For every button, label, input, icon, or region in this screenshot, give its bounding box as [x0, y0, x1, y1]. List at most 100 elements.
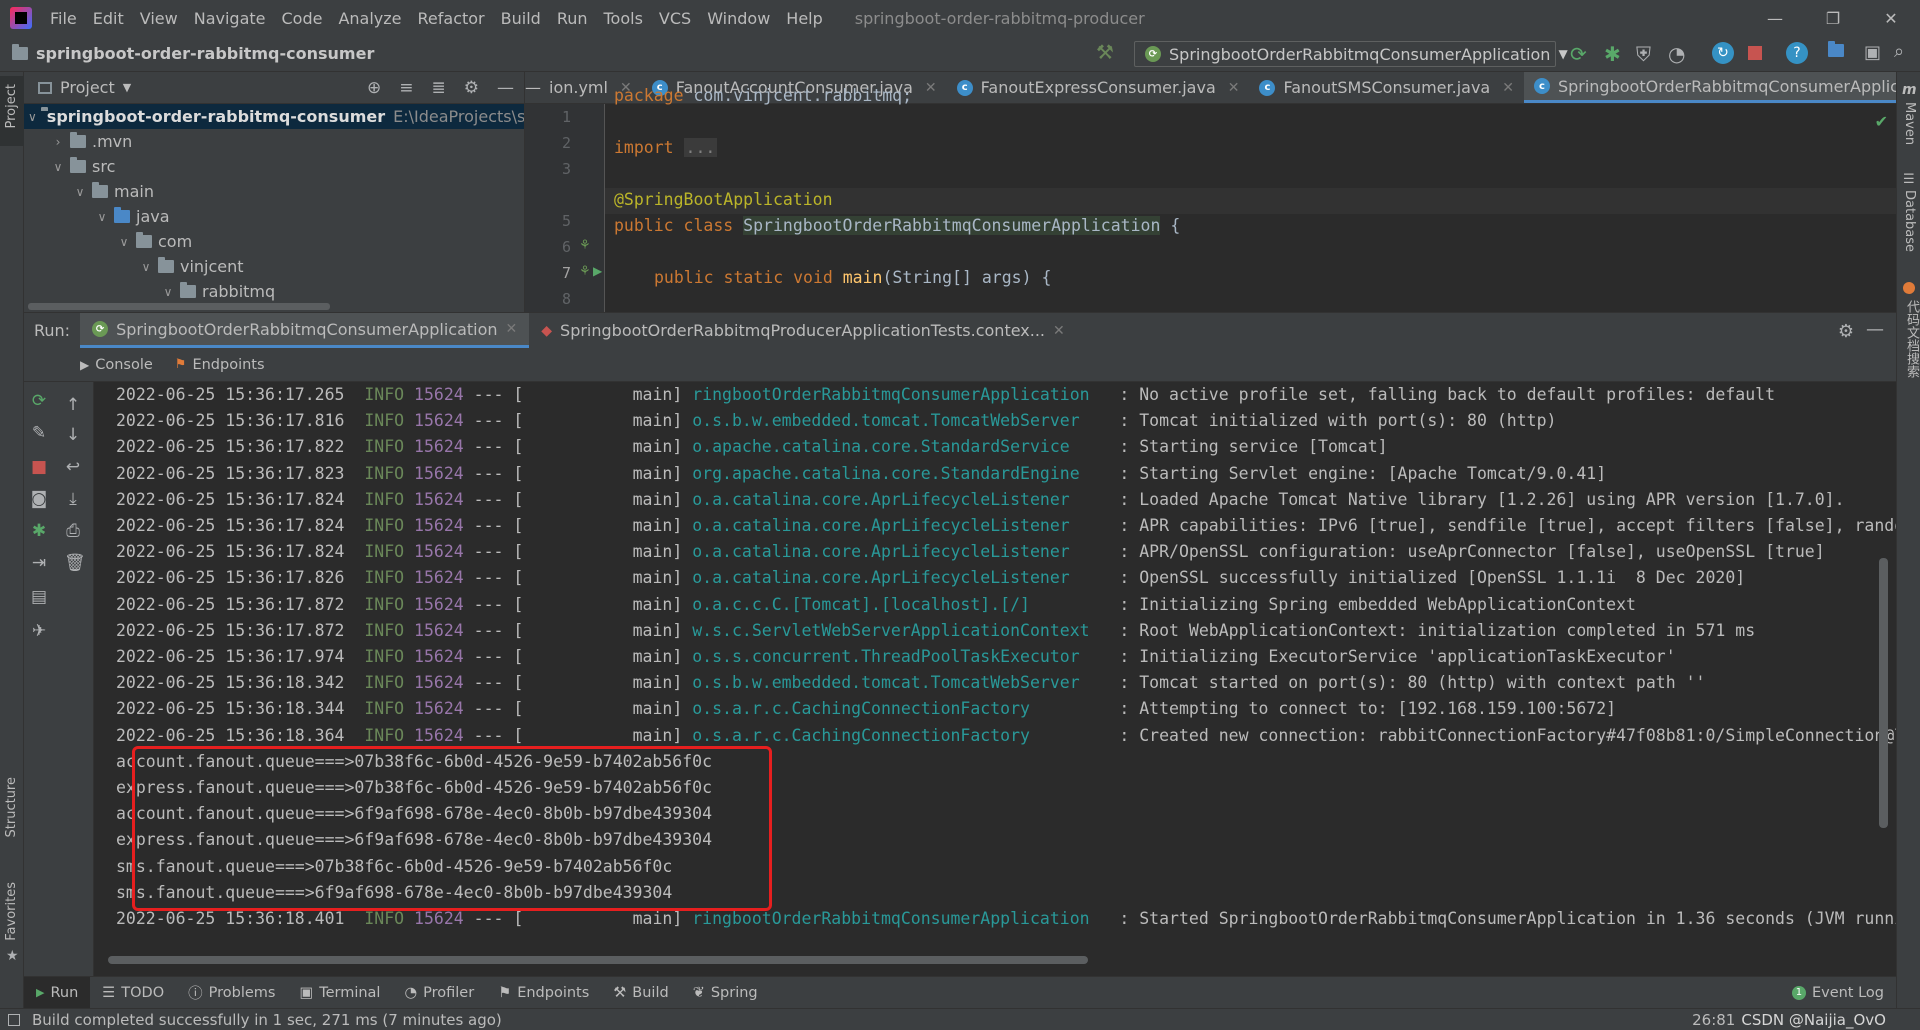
build-tool-button[interactable]: ⚒ Build [601, 977, 680, 1009]
debug-icon[interactable]: ✱ [30, 522, 48, 540]
chevron-down-icon[interactable]: ∨ [160, 285, 176, 299]
close-window-button[interactable]: ✕ [1862, 0, 1920, 36]
soft-wrap-icon[interactable]: ↩ [64, 458, 82, 476]
tree-item-mvn[interactable]: › .mvn [24, 129, 524, 154]
stop-icon[interactable] [1748, 46, 1762, 60]
run-tab-producer-tests[interactable]: ◆ SpringbootOrderRabbitmqProducerApplica… [529, 313, 1076, 348]
chevron-down-icon[interactable]: ∨ [116, 235, 132, 249]
run-tab-consumer[interactable]: ⟳ SpringbootOrderRabbitmqConsumerApplica… [80, 313, 530, 348]
endpoints-tab[interactable]: ⚑ Endpoints [175, 357, 265, 373]
tree-item-project-root[interactable]: ∨ springboot-order-rabbitmq-consumer E:\… [24, 104, 524, 129]
chevron-down-icon[interactable]: ▼ [123, 81, 131, 94]
collapse-all-icon[interactable]: ≣ [432, 78, 446, 98]
project-structure-icon[interactable] [1828, 41, 1844, 61]
project-panel-title[interactable]: Project [60, 78, 115, 97]
status-message[interactable]: Build completed successfully in 1 sec, 2… [32, 1011, 502, 1029]
menu-file[interactable]: File [42, 9, 85, 28]
tree-item-vinjcent[interactable]: ∨ vinjcent [24, 254, 524, 279]
wrench-icon[interactable]: ✎ [30, 424, 48, 442]
print-icon[interactable]: ⎙ [64, 522, 82, 540]
tree-item-main[interactable]: ∨ main [24, 179, 524, 204]
window-icon[interactable] [8, 1013, 20, 1026]
arrow-up-icon[interactable]: ↑ [64, 396, 82, 414]
problems-tool-button[interactable]: ⓘ Problems [176, 977, 287, 1009]
hide-icon[interactable]: — [1866, 319, 1884, 340]
update-icon[interactable]: ↻ [1712, 42, 1734, 64]
menu-build[interactable]: Build [493, 9, 549, 28]
run-configuration-selector[interactable]: ⟳ SpringbootOrderRabbitmqConsumerApplica… [1134, 41, 1568, 67]
debug-bug-icon[interactable]: ✱ [1604, 42, 1621, 66]
menu-view[interactable]: View [132, 9, 186, 28]
console-tab[interactable]: ▶ Console [80, 357, 153, 373]
profiler-tool-button[interactable]: ◔ Profiler [392, 977, 486, 1009]
horizontal-scrollbar[interactable] [28, 303, 330, 310]
close-icon[interactable]: ✕ [925, 80, 937, 96]
layout-icon[interactable]: ▣ [1864, 42, 1881, 63]
chevron-down-icon[interactable]: ∨ [28, 110, 37, 124]
chevron-right-icon[interactable]: › [50, 135, 66, 149]
gear-icon[interactable]: ⚙ [1838, 321, 1854, 342]
event-log-button[interactable]: 1 Event Log [1780, 977, 1896, 1009]
spring-bean-icon[interactable]: ⚘ [579, 238, 591, 253]
pin-icon[interactable]: ✈ [30, 622, 48, 640]
menu-vcs[interactable]: VCS [651, 9, 699, 28]
search-icon[interactable]: ⌕ [1894, 41, 1904, 62]
menu-help[interactable]: Help [778, 9, 830, 28]
menu-analyze[interactable]: Analyze [330, 9, 409, 28]
spring-tool-button[interactable]: ❦ Spring [681, 977, 770, 1009]
hide-icon[interactable]: — [497, 78, 514, 98]
maven-tool-label[interactable]: Maven [1902, 102, 1917, 145]
stop-icon[interactable]: ■ [30, 458, 48, 476]
menu-window[interactable]: Window [699, 9, 778, 28]
camera-icon[interactable]: ◙ [30, 490, 48, 508]
chevron-down-icon[interactable]: ∨ [72, 185, 88, 199]
vertical-scrollbar[interactable] [1879, 558, 1888, 828]
code-line-1[interactable]: package com.vinjcent.rabbitmq; [614, 86, 912, 105]
tree-item-com[interactable]: ∨ com [24, 229, 524, 254]
tab-consumer-application[interactable]: c SpringbootOrderRabbitmqConsumerApplica… [1523, 72, 1896, 103]
rerun-icon[interactable]: ⟳ [1570, 42, 1587, 66]
tree-item-rabbitmq[interactable]: ∨ rabbitmq [24, 279, 524, 304]
build-hammer-icon[interactable]: ⚒ [1096, 40, 1116, 64]
favorites-tool-label[interactable]: Favorites [4, 882, 19, 941]
menu-tools[interactable]: Tools [596, 9, 651, 28]
code-line-6[interactable]: @SpringBootApplication [614, 190, 833, 209]
menu-run[interactable]: Run [549, 9, 596, 28]
close-icon[interactable]: ✕ [1502, 80, 1514, 96]
horizontal-scrollbar[interactable] [108, 956, 1088, 964]
endpoints-tool-button[interactable]: ⚑ Endpoints [486, 977, 601, 1009]
minimize-button[interactable]: — [1746, 0, 1804, 36]
spring-bean-icon[interactable]: ⚘ [579, 264, 591, 279]
menu-edit[interactable]: Edit [85, 9, 132, 28]
expand-all-icon[interactable]: ≡ [399, 78, 413, 98]
console-output[interactable]: 2022-06-25 15:36:17.265 INFO 15624 --- [… [94, 382, 1896, 976]
code-line-9[interactable]: public static void main(String[] args) { [654, 268, 1051, 287]
run-tool-button[interactable]: ▶ Run [24, 976, 91, 1009]
project-tool-tab[interactable]: Project [0, 76, 24, 146]
locate-icon[interactable]: ⊕ [367, 78, 381, 98]
exit-icon[interactable]: ⇥ [30, 554, 48, 572]
help-icon[interactable]: ? [1786, 42, 1808, 64]
tab-fanout-express-consumer[interactable]: c FanoutExpressConsumer.java ✕ [947, 72, 1250, 103]
menu-navigate[interactable]: Navigate [186, 9, 274, 28]
layout-icon[interactable]: ▤ [30, 588, 48, 606]
chevron-down-icon[interactable]: ∨ [94, 210, 110, 224]
scroll-to-end-icon[interactable]: ⤓ [64, 490, 82, 508]
plugin-tool-label[interactable]: 代码文档搜索 [1902, 300, 1920, 378]
rerun-icon[interactable]: ⟳ [30, 392, 48, 410]
close-icon[interactable]: ✕ [1228, 80, 1240, 96]
structure-tool-label[interactable]: Structure [4, 777, 19, 837]
folded-imports[interactable]: ... [683, 138, 718, 157]
chevron-down-icon[interactable]: ∨ [50, 160, 66, 174]
coverage-icon[interactable]: ⛨ [1636, 42, 1651, 66]
todo-tool-button[interactable]: ☰ TODO [90, 977, 176, 1009]
database-tool-label[interactable]: Database [1902, 190, 1917, 252]
code-line-7[interactable]: public class SpringbootOrderRabbitmqCons… [614, 216, 1180, 235]
code-line-3[interactable]: import ... [614, 138, 718, 157]
terminal-tool-button[interactable]: ▣ Terminal [287, 977, 392, 1009]
profile-icon[interactable]: ◔ [1668, 42, 1685, 66]
close-icon[interactable]: ✕ [1053, 323, 1065, 339]
tab-fanout-sms-consumer[interactable]: c FanoutSMSConsumer.java ✕ [1249, 72, 1523, 103]
tree-item-java[interactable]: ∨ java [24, 204, 524, 229]
chevron-down-icon[interactable]: ∨ [138, 260, 154, 274]
